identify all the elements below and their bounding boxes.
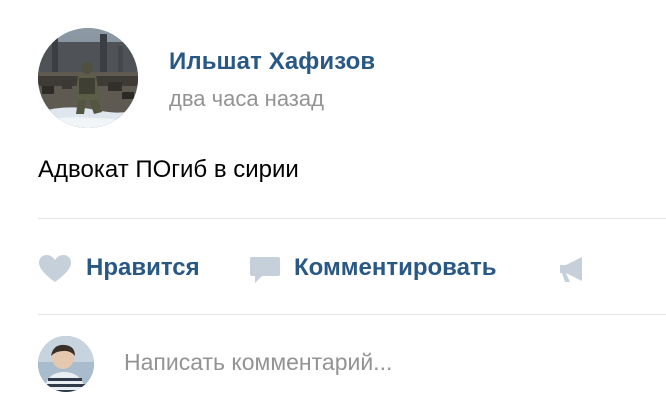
megaphone-icon <box>560 257 582 282</box>
soldier-photo-avatar-icon <box>38 28 138 128</box>
divider <box>38 218 666 219</box>
post-card: Ильшат Хафизов два часа назад Адвокат ПО… <box>0 0 666 412</box>
current-user-avatar[interactable] <box>38 336 94 392</box>
post-text: Адвокат ПОгиб в сирии <box>38 156 299 183</box>
like-button[interactable]: Нравится <box>38 248 228 288</box>
comment-bubble-icon <box>250 257 280 283</box>
comment-composer <box>38 334 666 394</box>
divider <box>38 314 666 315</box>
share-button[interactable] <box>556 248 596 288</box>
comment-label: Комментировать <box>294 254 497 281</box>
comment-input[interactable] <box>124 342 644 382</box>
comment-button[interactable]: Комментировать <box>248 248 548 288</box>
heart-icon <box>39 255 71 282</box>
user-photo-avatar-icon <box>38 336 94 392</box>
post-header: Ильшат Хафизов два часа назад <box>38 28 638 130</box>
author-name-link[interactable]: Ильшат Хафизов <box>169 48 375 76</box>
like-label: Нравится <box>86 254 200 281</box>
post-timestamp[interactable]: два часа назад <box>169 86 324 112</box>
author-avatar[interactable] <box>38 28 138 128</box>
post-actions: Нравится Комментировать <box>38 248 666 288</box>
